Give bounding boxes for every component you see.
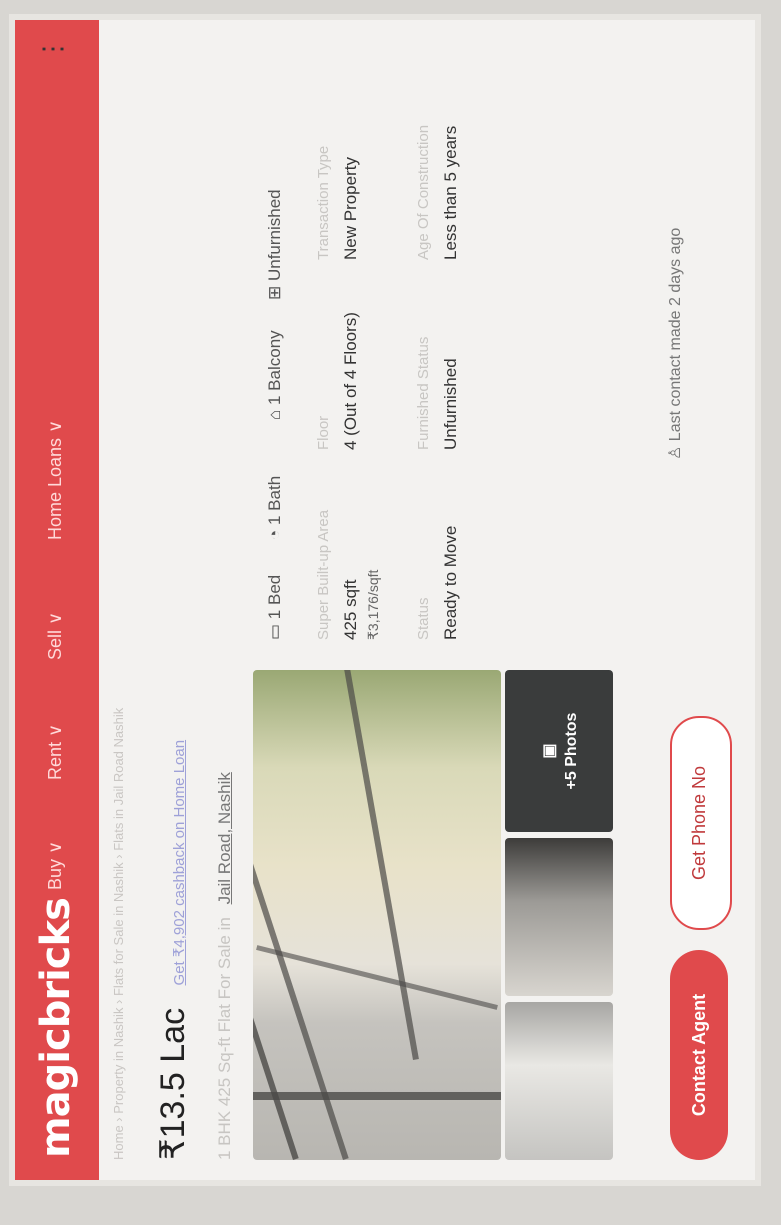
contact-agent-button[interactable]: Contact Agent [670,950,728,1160]
location-link[interactable]: Jail Road, Nashik [215,772,234,904]
balcony-spec: ⌂ 1 Balcony [265,330,284,420]
last-contact-note: ♙ Last contact made 2 days ago [667,227,684,460]
photo-gallery: ▣ +5 Photos [253,670,613,1160]
spec-label: Super Built-up Area [315,509,332,640]
spec-value: Less than 5 years [441,125,460,260]
spec-value: Unfurnished [441,358,460,450]
nav-rent[interactable]: Rent ∨ [45,724,66,780]
more-options-icon[interactable]: ⋮ [37,36,68,62]
breadcrumb[interactable]: Home › Property in Nashik › Flats for Sa… [111,708,126,1160]
nav-home-loans[interactable]: Home Loans ∨ [45,420,66,540]
spec-value: Ready to Move [441,525,460,640]
rotated-screen: magicbricks Buy ∨ Rent ∨ Sell ∨ Home Loa… [15,20,755,1180]
spec-label: Age Of Construction [415,124,432,260]
spec-label: Status [415,597,432,640]
spec-value: New Property [341,157,360,260]
get-phone-button[interactable]: Get Phone No [670,716,732,930]
price: ₹13.5 Lac [154,1007,192,1160]
main-photo[interactable] [253,670,501,1160]
home-loan-link[interactable]: Get ₹4,902 cashback on Home Loan [171,740,188,986]
nav-sell[interactable]: Sell ∨ [45,612,66,660]
camera-icon: ▣ [541,743,558,759]
spec-value: 4 (Out of 4 Floors) [341,312,360,450]
user-icon: ♙ [667,441,684,460]
thumbnail-photo[interactable] [505,1002,613,1160]
nav-buy[interactable]: Buy ∨ [45,841,66,890]
listing-title: 1 BHK 425 Sq-ft Flat For Sale in Jail Ro… [215,772,235,1160]
price-row: ₹13.5 Lac Get ₹4,902 cashback on Home Lo… [153,740,193,1160]
spec-label: Floor [315,415,332,450]
spec-label: Furnished Status [415,336,432,450]
more-photos-tile[interactable]: ▣ +5 Photos [505,670,613,832]
top-navbar: magicbricks Buy ∨ Rent ∨ Sell ∨ Home Loa… [15,20,99,1180]
furnishing-spec: ⊞ Unfurnished [265,189,284,300]
price-per-sqft: ₹3,176/sqft [365,569,381,640]
spec-value: 425 sqft [341,579,360,641]
more-photos-label: ▣ +5 Photos [539,670,581,832]
spec-label: Transaction Type [315,145,332,260]
bed-spec: ▭ 1 Bed [265,574,284,640]
bath-spec: ◔ 1 Bath [265,475,284,540]
logo[interactable]: magicbricks [33,898,79,1158]
thumbnail-photo[interactable] [505,838,613,996]
listing-title-text: 1 BHK 425 Sq-ft Flat For Sale in [215,917,234,1160]
